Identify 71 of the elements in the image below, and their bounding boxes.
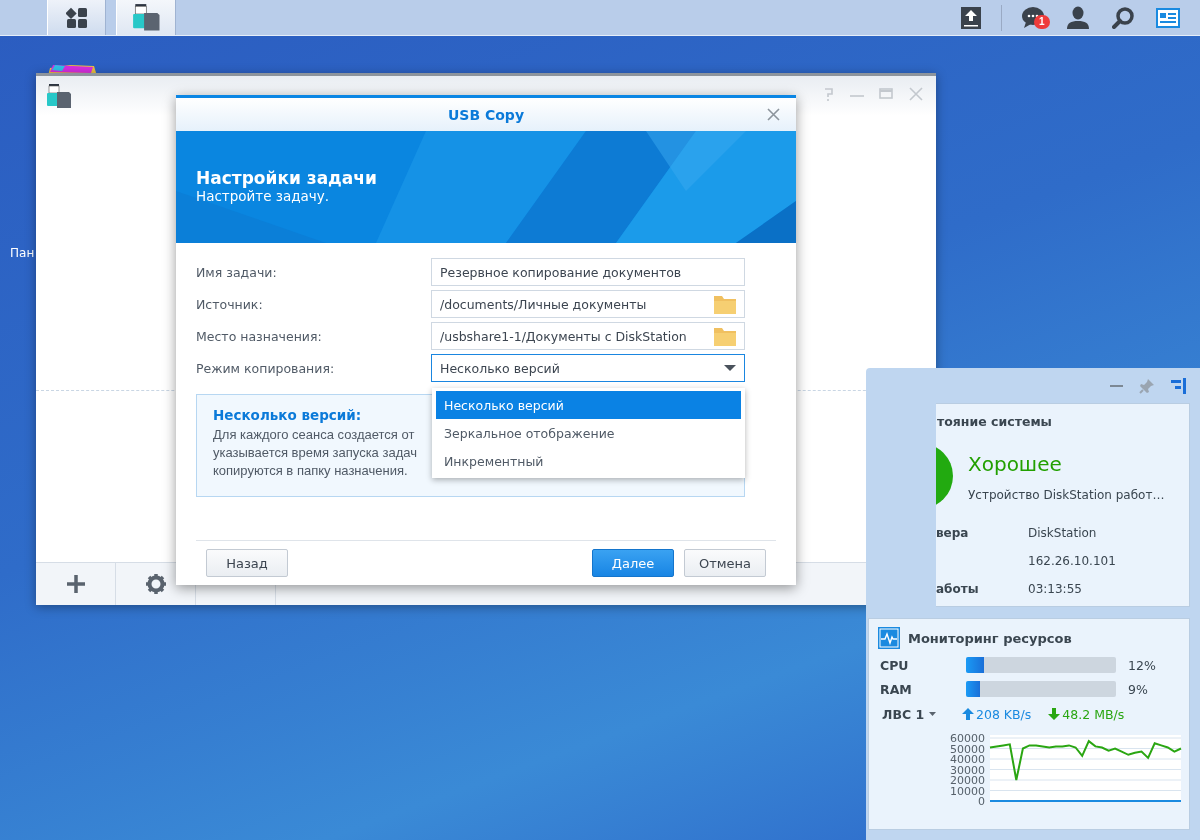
dropdown-option[interactable]: Зеркальное отображение (436, 419, 741, 447)
minimize-icon (850, 94, 864, 97)
maximize-icon (878, 86, 894, 102)
info-value: DiskStation (1028, 526, 1097, 540)
user-icon (1066, 6, 1089, 29)
pin-icon (1139, 378, 1155, 394)
upload-arrow-icon (962, 708, 974, 720)
settings-icon (145, 574, 166, 594)
main-menu-icon (65, 6, 88, 29)
usb-drive-icon (131, 3, 161, 32)
dropdown-option[interactable]: Несколько версий (436, 391, 741, 419)
path-field[interactable]: /documents/Личные документы (431, 290, 745, 318)
axis-tick-label: 10000 (950, 784, 985, 798)
caret-icon (724, 365, 736, 371)
help-icon (822, 86, 836, 102)
info-value: 03:13:55 (1028, 582, 1082, 596)
folder-icon (714, 326, 736, 346)
close-icon (908, 86, 924, 102)
text-field[interactable]: Резервное копирование документов (431, 258, 745, 286)
info-label: аботы (936, 582, 979, 596)
dropdown-option[interactable]: Инкрементный (436, 447, 741, 475)
plus-icon (65, 574, 86, 594)
interface-dropdown[interactable]: ЛВС 1 (878, 706, 962, 722)
copy-mode-dropdown[interactable]: Несколько версий (431, 354, 745, 382)
axis-tick-label: 30000 (950, 763, 985, 777)
upload-icon (960, 6, 981, 29)
field-label: Имя задачи: (196, 264, 278, 280)
health-status: Хорошее (968, 452, 1062, 476)
dialog-button[interactable]: Назад (206, 549, 288, 577)
axis-tick-label: 40000 (950, 753, 985, 766)
dialog-button[interactable]: Отмена (684, 549, 766, 577)
mode-description-line: указывается время запуска задач (213, 444, 417, 462)
search-icon (1111, 6, 1134, 29)
usb-copy-taskbar-button[interactable] (116, 0, 176, 35)
dialog-heading: Настройки задачи (196, 168, 377, 188)
widget-title: Мониторинг ресурсов (908, 630, 1072, 646)
notifications-button[interactable]: 1 (1010, 0, 1055, 35)
info-value: 162.26.10.101 (1028, 554, 1116, 568)
axis-tick-label: 50000 (950, 742, 985, 756)
usage-reading: 12% (1128, 657, 1156, 673)
folder-icon (714, 294, 736, 314)
dialog-subheading: Настройте задачу. (196, 188, 331, 204)
close-icon (767, 108, 780, 121)
notification-badge: 1 (1034, 15, 1050, 29)
widget-title: тояние системы (937, 414, 1052, 429)
mode-description-line: копируются в папку назначения. (213, 462, 408, 480)
dialog-title: USB Copy (447, 106, 524, 123)
sidebar-layout-icon (1171, 378, 1186, 394)
pulse-monitor-icon (878, 627, 900, 649)
download-speed: 48.2 MB/s (1062, 706, 1125, 722)
axis-tick-label: 20000 (950, 774, 985, 787)
main-menu-button[interactable] (47, 0, 106, 35)
desktop-icon-label: Пан (10, 246, 35, 260)
usage-reading: 9% (1128, 681, 1148, 697)
field-label: Источник: (196, 296, 264, 312)
health-description: Устройство DiskStation работ… (968, 488, 1165, 502)
axis-tick-label: 60000 (950, 732, 985, 745)
usb-drive-icon (46, 83, 72, 109)
info-label: вера (936, 526, 969, 540)
caret-icon (929, 712, 937, 716)
mode-description-title: Несколько версий: (213, 407, 362, 423)
axis-tick-label: 0 (978, 795, 985, 808)
path-field[interactable]: /usbshare1-1/Документы с DiskStation (431, 322, 745, 350)
widget-card-icon (1155, 7, 1180, 28)
meter-label: CPU (879, 657, 910, 673)
field-label: Режим копирования: (196, 360, 336, 376)
field-label: Место назначения: (196, 328, 323, 344)
download-arrow-icon (1048, 708, 1061, 720)
upload-speed: 208 KB/s (976, 706, 1032, 722)
mode-description-line: Для каждого сеанса создается от (213, 426, 415, 444)
meter-label: RAM (879, 681, 913, 697)
